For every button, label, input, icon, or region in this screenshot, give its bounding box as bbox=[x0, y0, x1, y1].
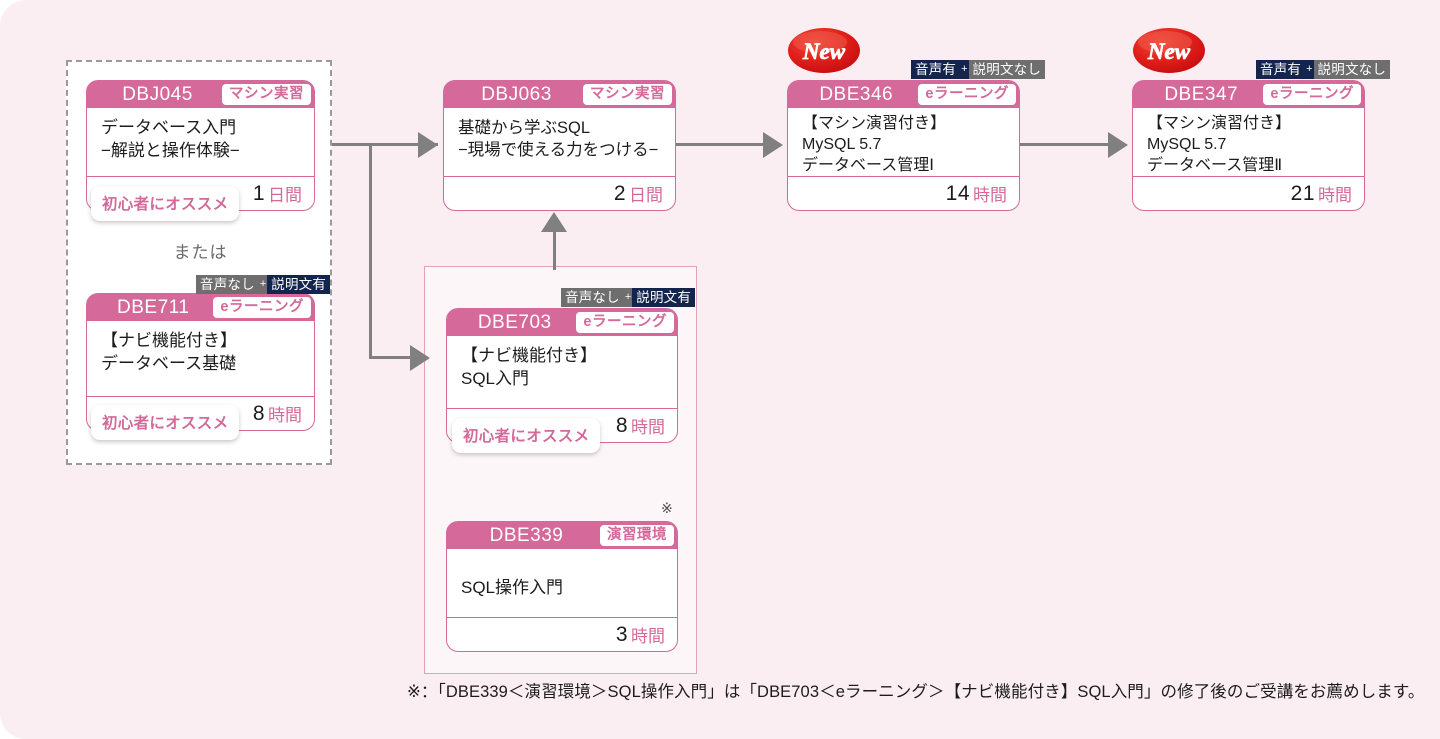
course-code: DBE339 bbox=[489, 524, 564, 546]
duration-value: 8 bbox=[615, 413, 628, 437]
card-footer: 3 時間 bbox=[447, 617, 677, 651]
course-title: 【マシン演習付き】 MySQL 5.7 データベース管理Ⅰ bbox=[802, 115, 947, 174]
recommended-badge-dbj045: 初心者にオススメ bbox=[91, 186, 240, 221]
course-card-dbe346[interactable]: DBE346 eラーニング 【マシン演習付き】 MySQL 5.7 データベース… bbox=[787, 80, 1020, 211]
course-type-tag: eラーニング bbox=[1263, 84, 1361, 105]
course-title: 基礎から学ぶSQL −現場で使える力をつける− bbox=[458, 119, 659, 160]
course-card-dbe347[interactable]: DBE347 eラーニング 【マシン演習付き】 MySQL 5.7 データベース… bbox=[1132, 80, 1365, 211]
arrow-into-dbj063 bbox=[418, 132, 438, 158]
duration-value: 8 bbox=[252, 401, 265, 425]
course-type-tag: 演習環境 bbox=[600, 525, 674, 546]
svg-text:New: New bbox=[802, 39, 846, 64]
av-badge-dbe346: 音声有 + 説明文なし bbox=[911, 60, 1046, 79]
badge-plus-icon: + bbox=[623, 288, 633, 307]
badge-plus-icon: + bbox=[1305, 60, 1314, 79]
duration-unit: 時間 bbox=[631, 418, 665, 437]
diagram-footnote: ※：「DBE339＜演習環境＞SQL操作入門」は「DBE703＜eラーニング＞【… bbox=[407, 683, 1425, 701]
caption-status-label: 説明文有 bbox=[267, 275, 331, 294]
av-badge-dbe703: 音声なし + 説明文有 bbox=[561, 288, 696, 307]
course-title: 【マシン演習付き】 MySQL 5.7 データベース管理Ⅱ bbox=[1147, 115, 1292, 174]
course-type-tag: eラーニング bbox=[576, 312, 674, 333]
arrow-into-dbe347 bbox=[1108, 132, 1128, 158]
course-code: DBE347 bbox=[1164, 83, 1239, 105]
course-card-dbj063[interactable]: DBJ063 マシン実習 基礎から学ぶSQL −現場で使える力をつける− 2 日… bbox=[443, 80, 676, 211]
duration-unit: 時間 bbox=[1318, 186, 1352, 205]
card-header: DBE346 eラーニング bbox=[788, 81, 1019, 108]
card-header: DBE711 eラーニング bbox=[87, 294, 314, 321]
course-code: DBJ063 bbox=[481, 83, 552, 105]
audio-status-label: 音声有 bbox=[1256, 60, 1306, 79]
duration-value: 1 bbox=[252, 181, 265, 205]
caption-status-label: 説明文なし bbox=[1313, 60, 1391, 79]
duration-unit: 時間 bbox=[268, 406, 302, 425]
card-footer: 21 時間 bbox=[1133, 176, 1364, 210]
caption-status-label: 説明文なし bbox=[968, 60, 1046, 79]
card-header: DBJ063 マシン実習 bbox=[444, 81, 675, 108]
duration-value: 3 bbox=[615, 622, 628, 646]
duration-unit: 時間 bbox=[631, 627, 665, 646]
card-header: DBJ045 マシン実習 bbox=[87, 81, 314, 108]
duration-unit: 日間 bbox=[629, 186, 663, 205]
svg-text:New: New bbox=[1147, 39, 1191, 64]
card-header: DBE347 eラーニング bbox=[1133, 81, 1364, 108]
or-label: または bbox=[173, 243, 228, 262]
course-code: DBE703 bbox=[477, 311, 552, 333]
card-footer: 14 時間 bbox=[788, 176, 1019, 210]
card-header: DBE339 演習環境 bbox=[447, 522, 677, 549]
course-code: DBE711 bbox=[117, 296, 190, 318]
new-badge-dbe346: New bbox=[788, 28, 860, 73]
av-badge-dbe347: 音声有 + 説明文なし bbox=[1256, 60, 1391, 79]
course-type-tag: eラーニング bbox=[918, 84, 1016, 105]
new-badge-dbe347: New bbox=[1133, 28, 1205, 73]
course-title: データベース入門 −解説と操作体験− bbox=[101, 118, 240, 160]
duration-value: 2 bbox=[613, 181, 626, 205]
card-header: DBE703 eラーニング bbox=[447, 309, 677, 336]
arrow-into-dbe346 bbox=[763, 132, 783, 158]
course-type-tag: マシン実習 bbox=[583, 84, 672, 105]
course-code: DBJ045 bbox=[122, 83, 193, 105]
audio-status-label: 音声なし bbox=[561, 288, 624, 307]
course-title: 【ナビ機能付き】 SQL入門 bbox=[461, 346, 597, 388]
course-title: 【ナビ機能付き】 データベース基礎 bbox=[101, 331, 237, 373]
duration-value: 14 bbox=[945, 181, 970, 205]
badge-plus-icon: + bbox=[960, 60, 969, 79]
course-title: SQL操作入門 bbox=[461, 578, 564, 597]
duration-unit: 日間 bbox=[268, 186, 302, 205]
arrow-into-dbe703-group bbox=[410, 345, 430, 371]
connector-branch-vertical bbox=[369, 143, 372, 359]
course-card-dbe339[interactable]: DBE339 演習環境 SQL操作入門 3 時間 bbox=[446, 521, 678, 652]
audio-status-label: 音声なし bbox=[196, 275, 259, 294]
recommended-badge-dbe703: 初心者にオススメ bbox=[452, 418, 601, 453]
av-badge-dbe711: 音声なし + 説明文有 bbox=[196, 275, 331, 294]
course-type-tag: eラーニング bbox=[213, 297, 311, 318]
badge-plus-icon: + bbox=[258, 275, 268, 294]
course-code: DBE346 bbox=[819, 83, 894, 105]
recommended-badge-dbe711: 初心者にオススメ bbox=[91, 405, 240, 440]
diagram-canvas: DBJ045 マシン実習 データベース入門 −解説と操作体験− 1 日間 初心者… bbox=[0, 0, 1440, 739]
caption-status-label: 説明文有 bbox=[632, 288, 696, 307]
audio-status-label: 音声有 bbox=[911, 60, 961, 79]
card-footer: 2 日間 bbox=[444, 176, 675, 210]
arrow-up-into-dbj063 bbox=[541, 212, 567, 232]
course-type-tag: マシン実習 bbox=[222, 84, 311, 105]
duration-value: 21 bbox=[1290, 181, 1315, 205]
footnote-marker-dbe339: ※ bbox=[661, 500, 673, 516]
duration-unit: 時間 bbox=[973, 186, 1007, 205]
